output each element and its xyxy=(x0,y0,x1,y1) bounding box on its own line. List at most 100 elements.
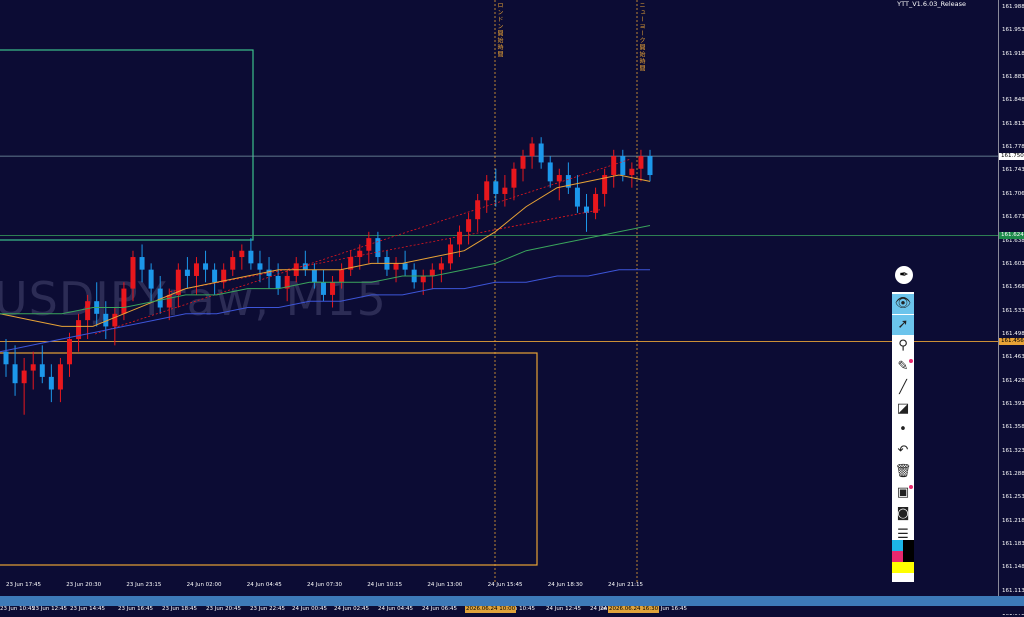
candle-body xyxy=(112,313,118,327)
price-tick-label: 161.113 xyxy=(1002,587,1024,594)
time-tick-label: 24 Jun 15:45 xyxy=(487,582,523,588)
color-swatch[interactable] xyxy=(903,562,914,573)
price-tick-label: 161.533 xyxy=(1002,307,1024,314)
eye-icon[interactable]: 👁 xyxy=(892,294,914,314)
price-tick-label: 161.988 xyxy=(1002,4,1024,10)
color-swatch[interactable] xyxy=(892,540,903,551)
toolbar-panel: 👁 ➚ ⚲ ✎ ╱ ◪ • ↶ 🗑 ▣ ◙ ☰ xyxy=(892,292,914,582)
price-tick-label: 161.253 xyxy=(1002,494,1024,501)
fountain-pen-icon[interactable]: ✒ xyxy=(895,266,913,284)
time-tick-label: 24 Jun 04:45 xyxy=(246,582,282,588)
price-tick-label: 161.813 xyxy=(1002,120,1024,127)
candle-body xyxy=(420,275,426,283)
candle-body xyxy=(647,156,653,176)
candle-body xyxy=(529,143,535,157)
bottom-time-label: 23 Jun 16:45 xyxy=(118,606,153,612)
price-tick-label: 161.918 xyxy=(1002,50,1024,57)
candle-body xyxy=(193,263,199,276)
bottom-time-label: 23 Jun 14:45 xyxy=(70,606,105,612)
line-icon[interactable]: ╱ xyxy=(892,378,914,398)
bottom-time-label: 24 Jun 02:45 xyxy=(334,606,369,612)
green-zone-box xyxy=(0,49,254,241)
candle-body xyxy=(48,376,54,390)
price-tick-label: 161.428 xyxy=(1002,377,1024,384)
price-axis[interactable]: 161.988 161.953 161.918 161.883 161.848 161.8… xyxy=(998,0,1024,617)
eraser-icon[interactable]: ◪ xyxy=(892,399,914,419)
camera-icon[interactable]: ◙ xyxy=(892,504,914,524)
candle-body xyxy=(212,269,218,283)
candle-body xyxy=(203,263,209,270)
price-tick-label: 161.148 xyxy=(1002,564,1024,571)
candle-body xyxy=(620,156,626,176)
candle-body xyxy=(121,288,127,314)
cursor-icon[interactable]: ➚ xyxy=(892,315,914,335)
price-level-badge: 161.456 xyxy=(999,338,1024,346)
trend-line-upper xyxy=(94,158,631,335)
candle-body xyxy=(429,269,435,276)
candle-body xyxy=(484,181,490,201)
time-tick-label: 23 Jun 20:30 xyxy=(66,582,102,588)
time-tick-label: 24 Jun 21:15 xyxy=(608,582,643,588)
time-tick-label: 23 Jun 17:45 xyxy=(6,582,41,588)
candle-body xyxy=(520,156,526,169)
candle-body xyxy=(511,168,517,188)
price-level-badge: 161.750 xyxy=(999,152,1024,160)
price-tick-label: 161.323 xyxy=(1002,447,1024,454)
candle-body xyxy=(184,269,190,276)
color-swatch[interactable] xyxy=(903,551,914,562)
time-tick-label: 24 Jun 07:30 xyxy=(307,582,342,588)
candle-body xyxy=(466,219,472,232)
trash-icon[interactable]: 🗑 xyxy=(892,462,914,482)
bottom-time-label: 24 Jun 04:45 xyxy=(378,606,413,612)
candle-body xyxy=(248,250,254,264)
candle-body xyxy=(638,156,644,169)
color-swatch[interactable] xyxy=(892,562,903,573)
bottom-time-label: 24 Jun 12:45 xyxy=(546,606,581,612)
time-tick-label: 23 Jun 23:15 xyxy=(126,582,162,588)
candle-body xyxy=(320,282,326,295)
price-tick-label: 161.883 xyxy=(1002,74,1024,81)
bottom-time-label: 23 Jun 22:45 xyxy=(250,606,285,612)
candle-body xyxy=(457,231,463,245)
notification-dot-icon xyxy=(909,485,913,489)
version-label: YTT_V1.6.03_Release xyxy=(897,0,966,8)
ruler-icon[interactable]: ✎ xyxy=(892,357,914,377)
candle-body xyxy=(257,263,263,270)
candle-body xyxy=(375,238,381,258)
price-tick-label: 161.288 xyxy=(1002,471,1024,477)
notification-dot-icon xyxy=(909,359,913,363)
chart-area[interactable]: USDJPYraw, M15 ロンドン開始時間 ニューヨーク開始時間 YTT_V… xyxy=(0,0,998,596)
price-tick-label: 161.953 xyxy=(1002,27,1024,34)
orange-zone-box xyxy=(0,352,538,566)
candle-body xyxy=(311,269,317,283)
candle-body xyxy=(393,263,399,270)
candle-body xyxy=(611,156,617,176)
color-swatch[interactable] xyxy=(903,540,914,551)
candle-body xyxy=(547,162,553,182)
horizontal-scrollbar[interactable] xyxy=(0,596,1024,606)
price-tick-label: 161.743 xyxy=(1002,167,1024,174)
color-swatch[interactable] xyxy=(892,551,903,562)
candle-body xyxy=(402,263,408,270)
candle-body xyxy=(493,181,499,194)
price-tick-label: 161.568 xyxy=(1002,284,1024,291)
time-tick-label: 24 Jun 18:30 xyxy=(547,582,583,588)
price-tick-label: 161.183 xyxy=(1002,541,1024,548)
undo-icon[interactable]: ↶ xyxy=(892,441,914,461)
candle-body xyxy=(57,364,63,390)
price-tick-label: 161.358 xyxy=(1002,424,1024,431)
monitor-icon[interactable]: ▣ xyxy=(892,483,914,503)
magnet-icon[interactable]: ⚲ xyxy=(892,336,914,356)
candle-body xyxy=(230,257,236,270)
candle-body xyxy=(66,339,72,365)
price-chart[interactable] xyxy=(0,0,998,596)
candle-body xyxy=(339,269,345,283)
bottom-time-highlight: 2026.06.24 16:30 xyxy=(608,606,660,613)
bottom-time-strip: 23 Jun 10:45 23 Jun 12:45 23 Jun 14:45 23 J… xyxy=(0,606,1024,614)
candle-body xyxy=(12,364,18,384)
dot-icon[interactable]: • xyxy=(892,420,914,440)
candle-body xyxy=(3,351,9,365)
candle-body xyxy=(556,175,562,182)
bottom-time-highlight: 2026.06.24 10:00 xyxy=(465,606,517,613)
candle-body xyxy=(139,257,145,270)
